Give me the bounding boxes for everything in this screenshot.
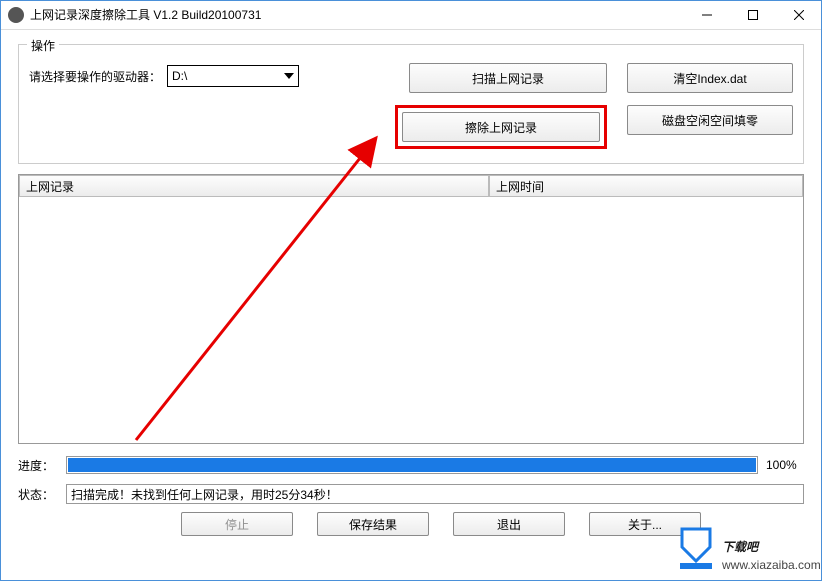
watermark: 下载吧 www.xiazaiba.com xyxy=(662,523,822,581)
save-result-button[interactable]: 保存结果 xyxy=(317,512,429,536)
svg-text:www.xiazaiba.com: www.xiazaiba.com xyxy=(721,558,821,572)
window-title: 上网记录深度擦除工具 V1.2 Build20100731 xyxy=(30,6,684,23)
erase-button-highlight: 擦除上网记录 xyxy=(395,105,607,149)
close-button[interactable] xyxy=(776,0,822,30)
app-icon xyxy=(8,7,24,23)
progress-bar xyxy=(66,456,758,474)
status-text: 扫描完成！未找到任何上网记录，用时25分34秒！ xyxy=(66,484,804,504)
svg-text:下载吧: 下载吧 xyxy=(722,540,760,554)
scan-button[interactable]: 扫描上网记录 xyxy=(409,63,607,93)
progress-percent: 100% xyxy=(766,458,804,472)
records-list[interactable]: 上网记录 上网时间 xyxy=(18,174,804,444)
titlebar: 上网记录深度擦除工具 V1.2 Build20100731 xyxy=(0,0,822,30)
list-header: 上网记录 上网时间 xyxy=(19,175,803,197)
minimize-button[interactable] xyxy=(684,0,730,30)
group-legend: 操作 xyxy=(27,37,59,54)
drive-select[interactable]: D:\ xyxy=(167,65,299,87)
drive-select-label: 请选择要操作的驱动器： xyxy=(29,68,161,85)
maximize-button[interactable] xyxy=(730,0,776,30)
fill-zero-button[interactable]: 磁盘空闲空间填零 xyxy=(627,105,793,135)
status-label: 状态： xyxy=(18,486,66,503)
col-time[interactable]: 上网时间 xyxy=(489,175,803,197)
progress-fill xyxy=(68,458,756,472)
operation-group: 操作 请选择要操作的驱动器： D:\ 扫描上网记录 清空Index.dat 擦除… xyxy=(18,44,804,164)
drive-select-value: D:\ xyxy=(172,69,187,83)
col-record[interactable]: 上网记录 xyxy=(19,175,489,197)
erase-button[interactable]: 擦除上网记录 xyxy=(402,112,600,142)
progress-label: 进度： xyxy=(18,457,66,474)
stop-button: 停止 xyxy=(181,512,293,536)
clear-index-button[interactable]: 清空Index.dat xyxy=(627,63,793,93)
exit-button[interactable]: 退出 xyxy=(453,512,565,536)
chevron-down-icon xyxy=(284,73,294,79)
